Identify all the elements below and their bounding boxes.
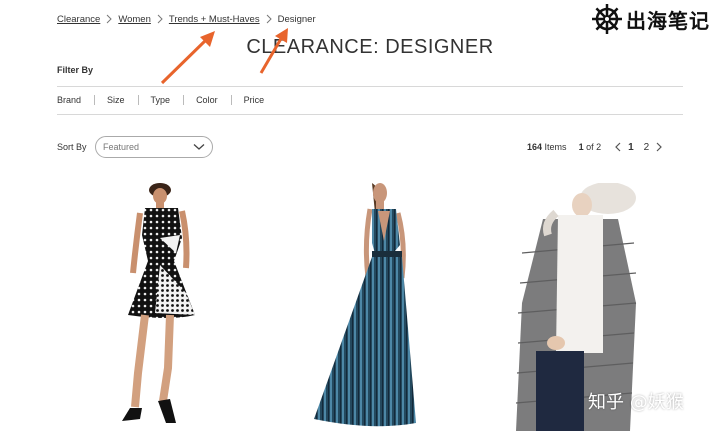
filter-heading: Filter By [57, 65, 94, 75]
page-title: CLEARANCE: DESIGNER [246, 36, 494, 58]
sort-label: Sort By [57, 142, 87, 152]
product-image[interactable] [100, 183, 215, 431]
annotation-arrow [259, 28, 288, 74]
breadcrumb-clearance[interactable]: Clearance [57, 14, 100, 25]
pagination: 164 Items 1 of 2 1 2 [527, 141, 664, 153]
filter-size[interactable]: Size [107, 95, 138, 105]
sort-select[interactable]: Featured [95, 136, 213, 158]
page-link-2[interactable]: 2 [644, 142, 650, 153]
item-count: 164 [527, 142, 543, 152]
divider [183, 95, 185, 105]
chevron-right-icon[interactable] [654, 141, 664, 153]
items-label: Items [544, 142, 567, 152]
divider [230, 95, 232, 105]
breadcrumb-women[interactable]: Women [118, 14, 151, 25]
page-current: 1 [578, 142, 584, 152]
filter-color[interactable]: Color [196, 95, 231, 105]
divider [57, 114, 683, 115]
filter-bar: Brand Size Type Color Price [57, 95, 277, 105]
ship-wheel-icon [592, 4, 622, 34]
chevron-down-icon [193, 144, 205, 150]
breadcrumb-current: Designer [277, 13, 316, 25]
divider [94, 95, 96, 105]
page-of: of 2 [586, 142, 602, 152]
brand-logo: 出海笔记 [591, 3, 710, 35]
sort-selected-value: Featured [103, 142, 140, 152]
chevron-right-icon [266, 14, 272, 24]
filter-price[interactable]: Price [244, 95, 278, 105]
chevron-right-icon [157, 14, 163, 24]
watermark: 知乎 @妖猴 [588, 392, 684, 413]
divider [57, 86, 683, 87]
divider [137, 95, 139, 105]
product-image[interactable] [312, 183, 424, 431]
chevron-left-icon[interactable] [613, 141, 623, 153]
breadcrumb-trends[interactable]: Trends + Must-Haves [169, 14, 260, 25]
filter-brand[interactable]: Brand [57, 95, 94, 105]
breadcrumb: Clearance Women Trends + Must-Haves Desi… [57, 13, 316, 25]
logo-text: 出海笔记 [626, 8, 710, 33]
page-link-1[interactable]: 1 [628, 142, 634, 153]
annotation-arrow [160, 31, 215, 85]
filter-type[interactable]: Type [151, 95, 184, 105]
chevron-right-icon [106, 14, 113, 24]
